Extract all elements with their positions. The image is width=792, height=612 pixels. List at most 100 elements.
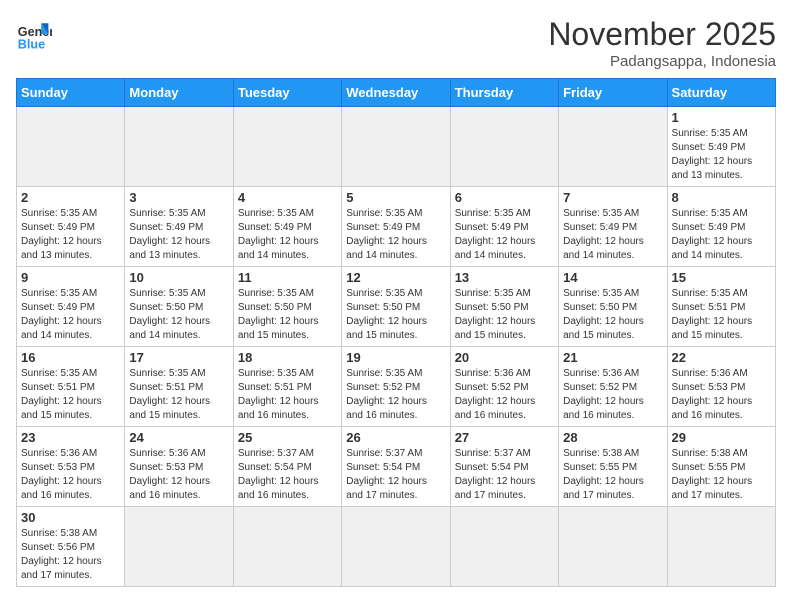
header-sunday: Sunday [17, 79, 125, 107]
day-number: 14 [563, 270, 662, 285]
day-info: Sunrise: 5:36 AM Sunset: 5:52 PM Dayligh… [455, 367, 554, 423]
calendar-cell [17, 107, 125, 187]
calendar-cell: 27 Sunrise: 5:37 AM Sunset: 5:54 PM Dayli… [450, 427, 558, 507]
calendar-cell [125, 107, 233, 187]
calendar-cell: 28Sunrise: 5:38 AM Sunset: 5:55 PM Dayli… [559, 427, 667, 507]
calendar-cell: 20 Sunrise: 5:36 AM Sunset: 5:52 PM Dayli… [450, 347, 558, 427]
calendar-cell [342, 107, 450, 187]
calendar-week-row: 1 Sunrise: 5:35 AM Sunset: 5:49 PM Daylig… [17, 107, 776, 187]
header-wednesday: Wednesday [342, 79, 450, 107]
day-info: Sunrise: 5:35 AM Sunset: 5:51 PM Dayligh… [21, 367, 120, 423]
calendar-week-row: 23 Sunrise: 5:36 AM Sunset: 5:53 PM Dayli… [17, 427, 776, 507]
day-number: 30 [21, 510, 120, 525]
calendar-cell: 7Sunrise: 5:35 AM Sunset: 5:49 PM Daylig… [559, 187, 667, 267]
day-info: Sunrise: 5:37 AM Sunset: 5:54 PM Dayligh… [238, 447, 337, 503]
calendar-cell: 12 Sunrise: 5:35 AM Sunset: 5:50 PM Dayli… [342, 267, 450, 347]
calendar-cell: 5 Sunrise: 5:35 AM Sunset: 5:49 PM Daylig… [342, 187, 450, 267]
calendar: SundayMondayTuesdayWednesdayThursdayFrid… [16, 78, 776, 587]
day-info: Sunrise: 5:35 AM Sunset: 5:49 PM Dayligh… [238, 207, 337, 263]
calendar-cell: 24 Sunrise: 5:36 AM Sunset: 5:53 PM Dayli… [125, 427, 233, 507]
day-info: Sunrise: 5:35 AM Sunset: 5:49 PM Dayligh… [346, 207, 445, 263]
calendar-cell [342, 507, 450, 587]
calendar-cell: 26 Sunrise: 5:37 AM Sunset: 5:54 PM Dayli… [342, 427, 450, 507]
day-number: 15 [672, 270, 771, 285]
day-info: Sunrise: 5:35 AM Sunset: 5:51 PM Dayligh… [672, 287, 771, 343]
calendar-cell: 16Sunrise: 5:35 AM Sunset: 5:51 PM Dayli… [17, 347, 125, 427]
day-info: Sunrise: 5:36 AM Sunset: 5:52 PM Dayligh… [563, 367, 662, 423]
header-tuesday: Tuesday [233, 79, 341, 107]
day-number: 3 [129, 190, 228, 205]
day-number: 2 [21, 190, 120, 205]
title-block: November 2025 Padangsappa, Indonesia [548, 16, 776, 70]
day-number: 20 [455, 350, 554, 365]
calendar-cell: 4Sunrise: 5:35 AM Sunset: 5:49 PM Daylig… [233, 187, 341, 267]
calendar-week-row: 2 Sunrise: 5:35 AM Sunset: 5:49 PM Daylig… [17, 187, 776, 267]
page-header: General Blue November 2025 Padangsappa, … [16, 16, 776, 70]
calendar-cell: 25Sunrise: 5:37 AM Sunset: 5:54 PM Dayli… [233, 427, 341, 507]
calendar-cell: 22Sunrise: 5:36 AM Sunset: 5:53 PM Dayli… [667, 347, 775, 427]
day-info: Sunrise: 5:35 AM Sunset: 5:50 PM Dayligh… [455, 287, 554, 343]
calendar-week-row: 30 Sunrise: 5:38 AM Sunset: 5:56 PM Dayli… [17, 507, 776, 587]
calendar-cell: 1 Sunrise: 5:35 AM Sunset: 5:49 PM Daylig… [667, 107, 775, 187]
day-info: Sunrise: 5:35 AM Sunset: 5:52 PM Dayligh… [346, 367, 445, 423]
svg-text:Blue: Blue [18, 37, 45, 51]
logo-icon: General Blue [16, 16, 52, 52]
calendar-cell: 10Sunrise: 5:35 AM Sunset: 5:50 PM Dayli… [125, 267, 233, 347]
day-number: 6 [455, 190, 554, 205]
day-info: Sunrise: 5:37 AM Sunset: 5:54 PM Dayligh… [346, 447, 445, 503]
day-info: Sunrise: 5:35 AM Sunset: 5:49 PM Dayligh… [129, 207, 228, 263]
day-info: Sunrise: 5:38 AM Sunset: 5:56 PM Dayligh… [21, 527, 120, 583]
header-friday: Friday [559, 79, 667, 107]
day-number: 26 [346, 430, 445, 445]
day-info: Sunrise: 5:35 AM Sunset: 5:49 PM Dayligh… [672, 127, 771, 183]
logo: General Blue [16, 16, 52, 52]
calendar-cell: 19Sunrise: 5:35 AM Sunset: 5:52 PM Dayli… [342, 347, 450, 427]
header-monday: Monday [125, 79, 233, 107]
day-info: Sunrise: 5:36 AM Sunset: 5:53 PM Dayligh… [129, 447, 228, 503]
calendar-cell: 23 Sunrise: 5:36 AM Sunset: 5:53 PM Dayli… [17, 427, 125, 507]
calendar-cell [667, 507, 775, 587]
day-number: 13 [455, 270, 554, 285]
day-number: 24 [129, 430, 228, 445]
calendar-cell: 11 Sunrise: 5:35 AM Sunset: 5:50 PM Dayli… [233, 267, 341, 347]
day-info: Sunrise: 5:35 AM Sunset: 5:49 PM Dayligh… [21, 287, 120, 343]
day-number: 7 [563, 190, 662, 205]
day-info: Sunrise: 5:35 AM Sunset: 5:49 PM Dayligh… [455, 207, 554, 263]
day-number: 17 [129, 350, 228, 365]
header-saturday: Saturday [667, 79, 775, 107]
calendar-cell [125, 507, 233, 587]
calendar-cell: 9 Sunrise: 5:35 AM Sunset: 5:49 PM Daylig… [17, 267, 125, 347]
day-number: 12 [346, 270, 445, 285]
day-number: 5 [346, 190, 445, 205]
calendar-cell [450, 507, 558, 587]
location: Padangsappa, Indonesia [548, 53, 776, 70]
day-number: 10 [129, 270, 228, 285]
day-info: Sunrise: 5:35 AM Sunset: 5:50 PM Dayligh… [563, 287, 662, 343]
day-number: 8 [672, 190, 771, 205]
day-info: Sunrise: 5:36 AM Sunset: 5:53 PM Dayligh… [672, 367, 771, 423]
calendar-cell: 18Sunrise: 5:35 AM Sunset: 5:51 PM Dayli… [233, 347, 341, 427]
header-thursday: Thursday [450, 79, 558, 107]
day-number: 23 [21, 430, 120, 445]
calendar-cell: 3 Sunrise: 5:35 AM Sunset: 5:49 PM Daylig… [125, 187, 233, 267]
calendar-cell [559, 507, 667, 587]
day-number: 27 [455, 430, 554, 445]
day-number: 9 [21, 270, 120, 285]
day-number: 11 [238, 270, 337, 285]
day-info: Sunrise: 5:37 AM Sunset: 5:54 PM Dayligh… [455, 447, 554, 503]
calendar-cell: 8 Sunrise: 5:35 AM Sunset: 5:49 PM Daylig… [667, 187, 775, 267]
calendar-cell: 21 Sunrise: 5:36 AM Sunset: 5:52 PM Dayli… [559, 347, 667, 427]
day-info: Sunrise: 5:35 AM Sunset: 5:49 PM Dayligh… [672, 207, 771, 263]
day-number: 21 [563, 350, 662, 365]
day-number: 18 [238, 350, 337, 365]
day-info: Sunrise: 5:35 AM Sunset: 5:50 PM Dayligh… [346, 287, 445, 343]
calendar-cell [450, 107, 558, 187]
day-info: Sunrise: 5:35 AM Sunset: 5:49 PM Dayligh… [21, 207, 120, 263]
day-number: 1 [672, 110, 771, 125]
day-info: Sunrise: 5:36 AM Sunset: 5:53 PM Dayligh… [21, 447, 120, 503]
calendar-cell: 30 Sunrise: 5:38 AM Sunset: 5:56 PM Dayli… [17, 507, 125, 587]
calendar-cell: 6 Sunrise: 5:35 AM Sunset: 5:49 PM Daylig… [450, 187, 558, 267]
day-info: Sunrise: 5:35 AM Sunset: 5:50 PM Dayligh… [238, 287, 337, 343]
calendar-cell [233, 507, 341, 587]
day-number: 28 [563, 430, 662, 445]
